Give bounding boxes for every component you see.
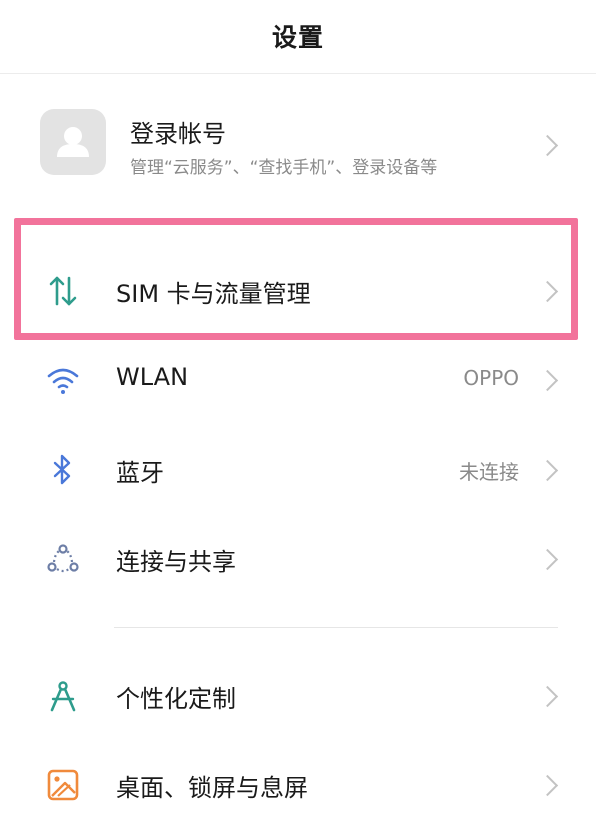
chevron-right-icon <box>536 685 559 708</box>
personalize-icon <box>50 681 76 712</box>
chevron-right-icon <box>536 459 559 482</box>
account-title: 登录帐号 <box>130 120 226 148</box>
settings-row-wlan[interactable]: WLAN OPPO <box>0 335 596 423</box>
settings-row-connection-sharing[interactable]: 连接与共享 <box>0 514 596 602</box>
settings-row-bluetooth[interactable]: 蓝牙 未连接 <box>0 425 596 513</box>
settings-row-value: OPPO <box>463 366 519 390</box>
connection-share-icon <box>47 544 79 573</box>
home-lock-screen-icon <box>47 769 79 801</box>
page-title: 设置 <box>271 23 324 52</box>
settings-row-label: 桌面、锁屏与息屏 <box>116 774 308 802</box>
account-row[interactable]: 登录帐号 管理“云服务”、“查找手机”、登录设备等 <box>0 96 596 192</box>
settings-row-personalization[interactable]: 个性化定制 <box>0 651 596 739</box>
highlight-frame <box>14 218 578 340</box>
bluetooth-icon <box>53 454 71 485</box>
settings-row-label: WLAN <box>116 363 189 391</box>
settings-row-label: 连接与共享 <box>116 548 236 576</box>
wifi-icon <box>47 368 79 394</box>
chevron-right-icon <box>536 774 559 797</box>
top-bar: 设置 <box>0 0 596 74</box>
avatar <box>40 109 106 175</box>
section-divider <box>114 627 558 628</box>
chevron-right-icon <box>536 548 559 571</box>
settings-row-home-lock-screen[interactable]: 桌面、锁屏与息屏 <box>0 740 596 828</box>
chevron-right-icon <box>536 134 559 157</box>
settings-row-label: 蓝牙 <box>116 459 164 487</box>
account-subtitle: 管理“云服务”、“查找手机”、登录设备等 <box>130 158 438 178</box>
chevron-right-icon <box>536 369 559 392</box>
user-icon <box>57 127 89 157</box>
settings-row-label: 个性化定制 <box>116 685 236 713</box>
settings-row-value: 未连接 <box>459 460 519 484</box>
